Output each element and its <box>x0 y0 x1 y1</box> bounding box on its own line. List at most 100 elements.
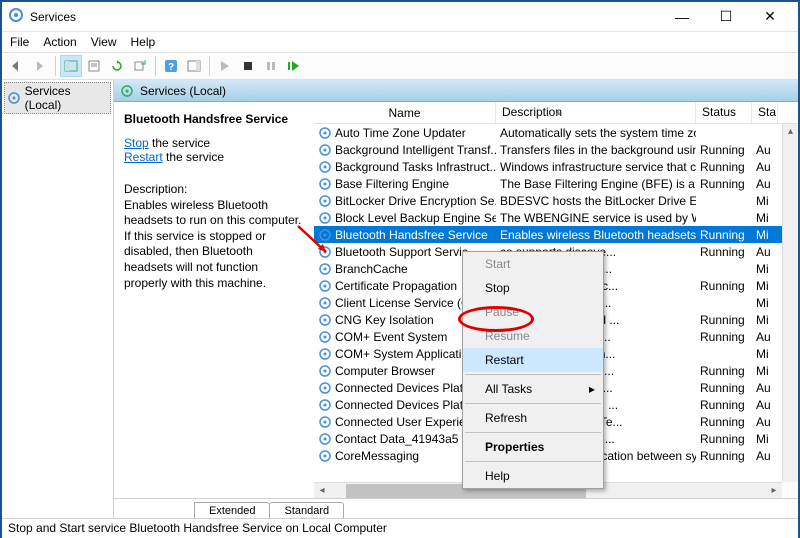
description-text: Enables wireless Bluetooth headsets to r… <box>124 198 304 292</box>
close-button[interactable]: ✕ <box>748 3 792 31</box>
cell-status: Running <box>696 330 752 344</box>
status-text: Stop and Start service Bluetooth Handsfr… <box>8 521 792 536</box>
ctx-properties[interactable]: Properties <box>463 435 603 459</box>
cell-startup: Mi <box>752 296 778 310</box>
cell-startup: Mi <box>752 194 778 208</box>
cell-name: Background Intelligent Transf... <box>314 143 496 157</box>
show-hide-action-pane-button[interactable] <box>183 55 205 77</box>
ctx-resume[interactable]: Resume <box>463 324 603 348</box>
table-row[interactable]: Bluetooth Handsfree ServiceEnables wirel… <box>314 226 798 243</box>
cell-startup: Mi <box>752 279 778 293</box>
cell-startup: Au <box>752 330 778 344</box>
start-service-button[interactable] <box>214 55 236 77</box>
export-button[interactable] <box>129 55 151 77</box>
col-name[interactable]: Name▴ <box>314 102 496 123</box>
table-row[interactable]: BitLocker Drive Encryption Se...BDESVC h… <box>314 192 798 209</box>
tab-extended[interactable]: Extended <box>194 502 270 518</box>
toolbar: ? <box>2 52 798 80</box>
col-status[interactable]: Status <box>696 102 752 123</box>
list-header: Services (Local) <box>114 80 798 102</box>
table-row[interactable]: Auto Time Zone UpdaterAutomatically sets… <box>314 124 798 141</box>
tree-node-services-local[interactable]: Services (Local) <box>4 82 111 114</box>
cell-description: BDESVC hosts the BitLocker Drive Encry..… <box>496 194 696 208</box>
cell-status: Running <box>696 432 752 446</box>
col-description[interactable]: Description <box>496 102 696 123</box>
services-list[interactable]: Name▴ Description Status Sta Auto Time Z… <box>314 102 798 498</box>
cell-description: The WBENGINE service is used by Wind... <box>496 211 696 225</box>
scroll-up-icon[interactable]: ▴ <box>783 124 798 140</box>
cell-startup: Au <box>752 398 778 412</box>
cell-startup: Au <box>752 415 778 429</box>
submenu-arrow-icon: ▸ <box>589 382 595 396</box>
back-button[interactable] <box>6 55 28 77</box>
show-hide-tree-button[interactable] <box>60 55 82 77</box>
view-tabs: Extended Standard <box>114 498 798 518</box>
maximize-button[interactable]: ☐ <box>704 3 748 31</box>
ctx-help[interactable]: Help <box>463 464 603 488</box>
scroll-left-icon[interactable]: ◂ <box>314 485 330 496</box>
cell-name: Block Level Backup Engine Se... <box>314 211 496 225</box>
menu-action[interactable]: Action <box>43 35 76 49</box>
table-row[interactable]: Background Intelligent Transf...Transfer… <box>314 141 798 158</box>
col-startup[interactable]: Sta <box>752 102 778 123</box>
ctx-pause[interactable]: Pause <box>463 300 603 324</box>
menubar: File Action View Help <box>2 32 798 52</box>
ctx-restart[interactable]: Restart <box>463 348 603 372</box>
ctx-stop[interactable]: Stop <box>463 276 603 300</box>
pause-service-button[interactable] <box>260 55 282 77</box>
tab-standard[interactable]: Standard <box>269 502 344 518</box>
cell-startup: Mi <box>752 211 778 225</box>
cell-name: Auto Time Zone Updater <box>314 126 496 140</box>
cell-name: Bluetooth Handsfree Service <box>314 228 496 242</box>
table-row[interactable]: Base Filtering EngineThe Base Filtering … <box>314 175 798 192</box>
cell-status: Running <box>696 160 752 174</box>
cell-description: Transfers files in the background using … <box>496 143 696 157</box>
services-app-icon <box>8 7 24 26</box>
cell-description: Windows infrastructure service that con.… <box>496 160 696 174</box>
forward-button[interactable] <box>29 55 51 77</box>
cell-name: Base Filtering Engine <box>314 177 496 191</box>
window-title: Services <box>30 10 660 24</box>
cell-startup: Au <box>752 160 778 174</box>
right-header-title: Services (Local) <box>140 84 226 98</box>
gear-icon <box>120 84 134 98</box>
context-menu: Start Stop Pause Resume Restart All Task… <box>462 251 604 489</box>
cell-startup: Au <box>752 449 778 463</box>
cell-startup: Au <box>752 177 778 191</box>
minimize-button[interactable]: — <box>660 3 704 31</box>
stop-service-button[interactable] <box>237 55 259 77</box>
menu-view[interactable]: View <box>91 35 117 49</box>
menu-file[interactable]: File <box>10 35 29 49</box>
cell-status: Running <box>696 228 752 242</box>
cell-name: BitLocker Drive Encryption Se... <box>314 194 496 208</box>
ctx-refresh[interactable]: Refresh <box>463 406 603 430</box>
cell-status: Running <box>696 313 752 327</box>
scroll-right-icon[interactable]: ▸ <box>766 485 782 496</box>
statusbar: Stop and Start service Bluetooth Handsfr… <box>2 518 798 538</box>
vertical-scrollbar[interactable]: ▴ <box>782 124 798 482</box>
cell-startup: Mi <box>752 432 778 446</box>
restart-service-button[interactable] <box>283 55 305 77</box>
table-row[interactable]: Block Level Backup Engine Se...The WBENG… <box>314 209 798 226</box>
svg-text:?: ? <box>168 62 174 73</box>
cell-description: The Base Filtering Engine (BFE) is a ser… <box>496 177 696 191</box>
cell-startup: Au <box>752 245 778 259</box>
cell-status: Running <box>696 143 752 157</box>
table-row[interactable]: Background Tasks Infrastruct...Windows i… <box>314 158 798 175</box>
restart-service-link[interactable]: Restart <box>124 150 163 164</box>
cell-startup: Mi <box>752 228 778 242</box>
cell-startup: Mi <box>752 347 778 361</box>
refresh-button[interactable] <box>106 55 128 77</box>
ctx-all-tasks[interactable]: All Tasks▸ <box>463 377 603 401</box>
properties-button[interactable] <box>83 55 105 77</box>
column-headers: Name▴ Description Status Sta <box>314 102 798 124</box>
ctx-start[interactable]: Start <box>463 252 603 276</box>
stop-service-link[interactable]: Stop <box>124 136 149 150</box>
menu-help[interactable]: Help <box>131 35 156 49</box>
cell-status: Running <box>696 245 752 259</box>
console-tree[interactable]: Services (Local) <box>2 80 114 518</box>
cell-startup: Au <box>752 143 778 157</box>
help-button[interactable]: ? <box>160 55 182 77</box>
cell-status: Running <box>696 177 752 191</box>
cell-status: Running <box>696 279 752 293</box>
